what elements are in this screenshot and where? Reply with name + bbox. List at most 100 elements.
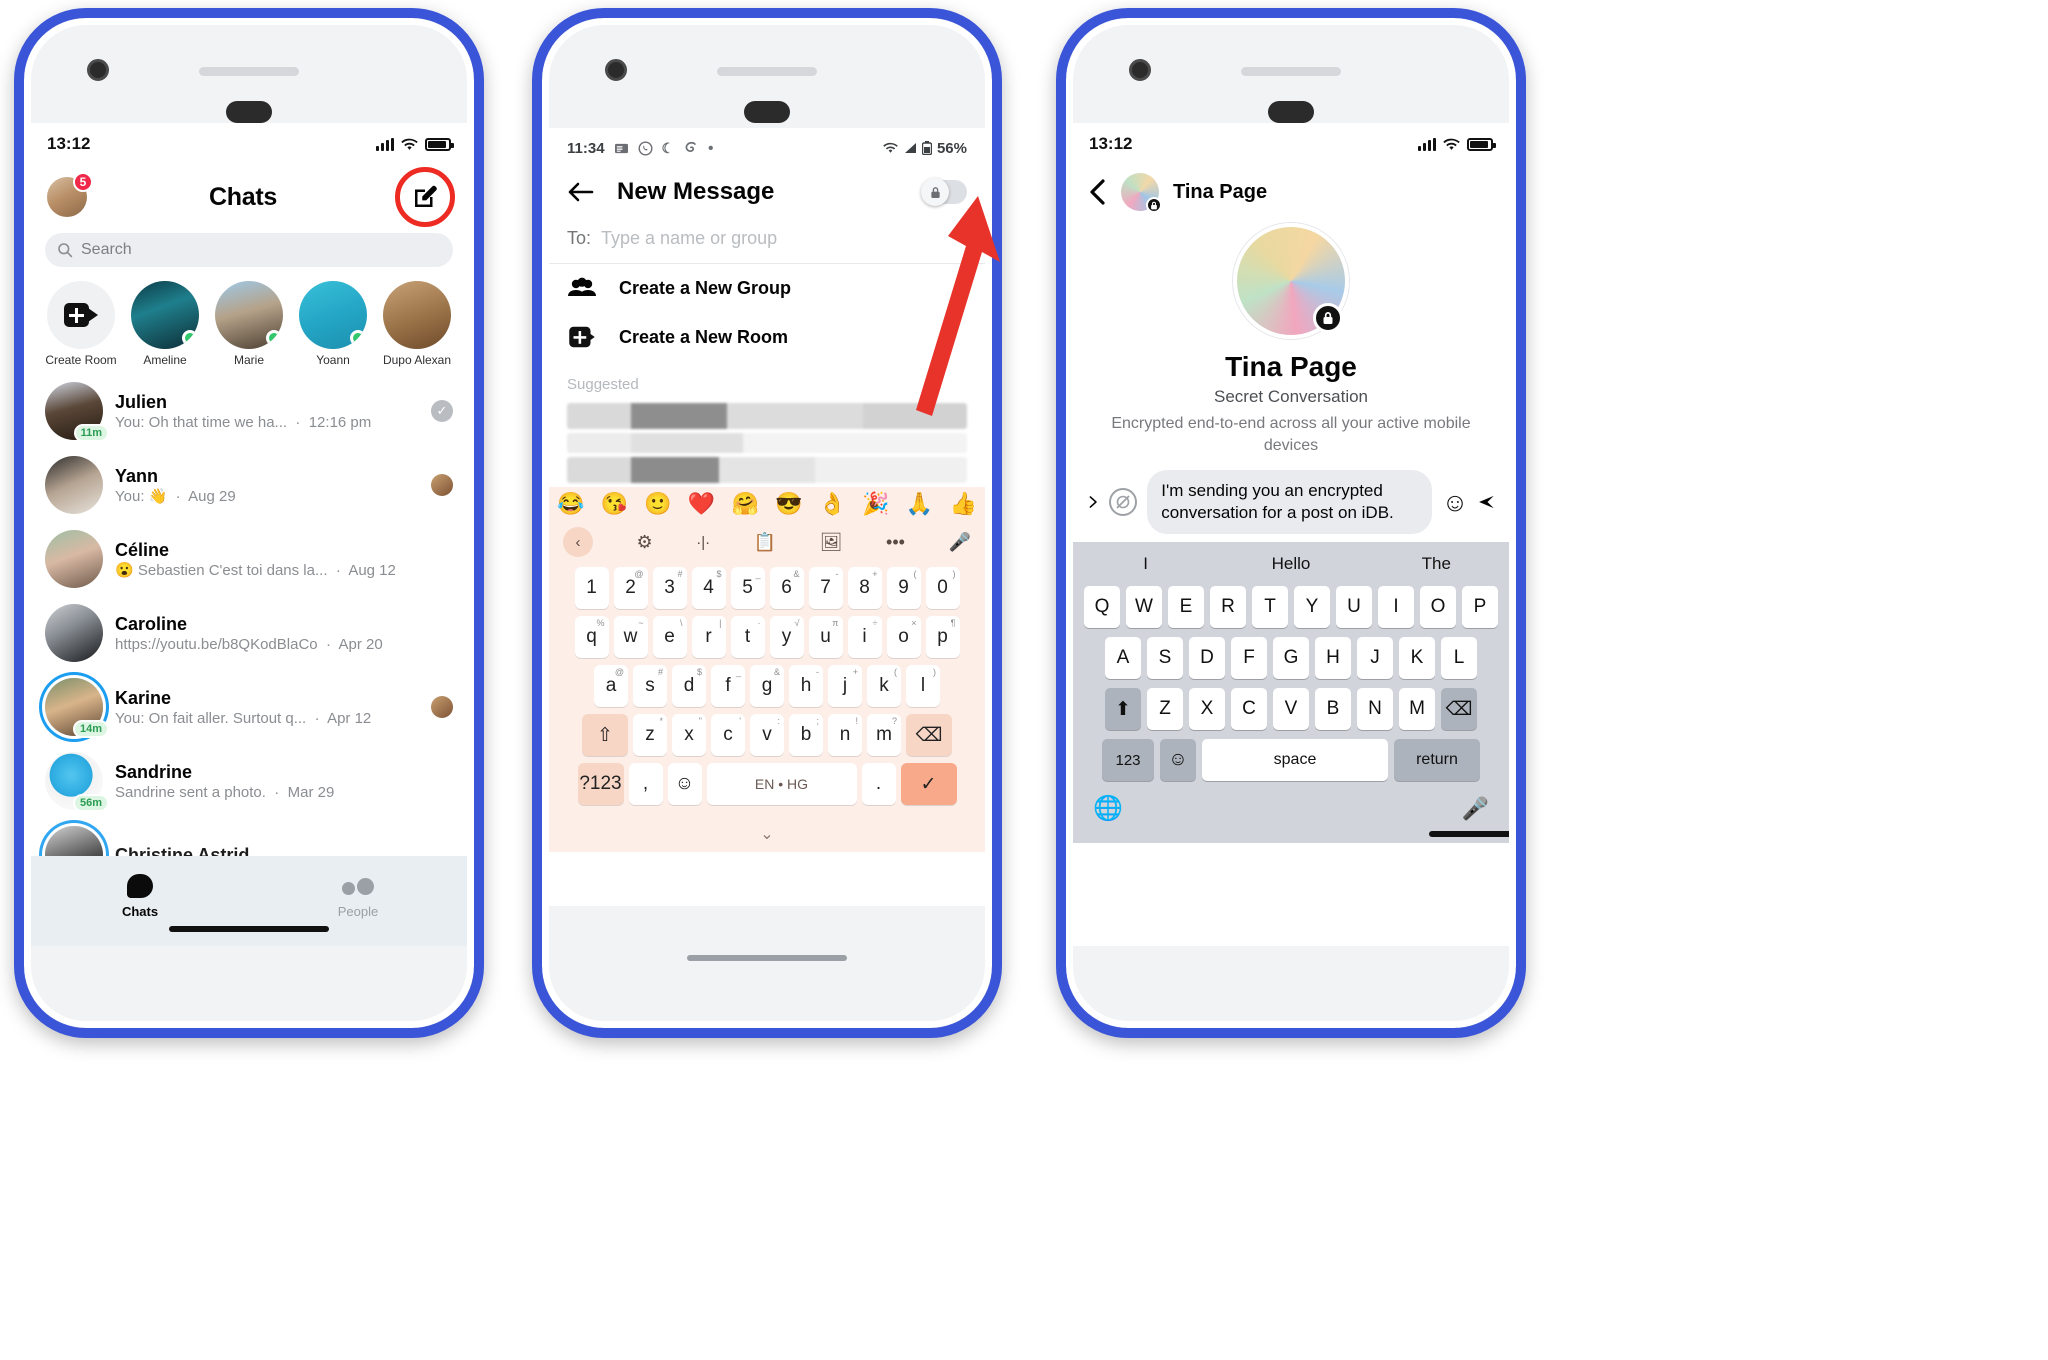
keyboard-row-2[interactable]: a @ s # d $ f _ g & h - j + k(l) <box>553 665 981 707</box>
key-W[interactable]: W <box>1126 586 1162 629</box>
key-o[interactable]: o × <box>886 616 921 658</box>
key-Y[interactable]: Y <box>1294 586 1330 629</box>
clipboard-icon[interactable]: 📋 <box>754 532 776 553</box>
stories-row[interactable]: Create Room Ameline Marie Yoann Dupo Ale… <box>31 277 467 374</box>
more-icon[interactable]: ••• <box>886 532 905 553</box>
period-key[interactable]: . <box>861 763 896 805</box>
key-N[interactable]: N <box>1357 688 1393 731</box>
search-input[interactable]: Search <box>45 233 453 267</box>
ios-keyboard[interactable]: I Hello The QWERTYUIOP ASDFGHJKL ⬆ ZXCVB… <box>1073 542 1509 844</box>
keyboard-row-1[interactable]: q% w ~ e \ r | t · y √ u π i ÷ o × p ¶ <box>553 616 981 658</box>
symbols-key[interactable]: ?123 <box>577 763 624 805</box>
key-A[interactable]: A <box>1105 637 1141 680</box>
table-row[interactable]: Caroline https://youtu.be/b8QKodBlaCo · … <box>31 596 467 670</box>
key-x[interactable]: x " <box>672 714 706 756</box>
key-g[interactable]: g & <box>750 665 784 707</box>
key-d[interactable]: d $ <box>672 665 706 707</box>
key-D[interactable]: D <box>1189 637 1225 680</box>
key-M[interactable]: M <box>1399 688 1435 731</box>
key-j[interactable]: j + <box>828 665 862 707</box>
gear-icon[interactable]: ⚙ <box>637 532 653 553</box>
emoji-item[interactable]: 🙏 <box>906 491 933 517</box>
story-dupo-alexan[interactable]: Dupo Alexan <box>381 281 453 368</box>
keyboard-toolbar[interactable]: ‹ ⚙ ·|· 📋 🖼 ••• 🎤 <box>549 521 985 563</box>
key-E[interactable]: E <box>1168 586 1204 629</box>
prediction-bar[interactable]: I Hello The <box>1073 542 1509 586</box>
key-5[interactable]: 5 _ <box>730 567 765 609</box>
key-R[interactable]: R <box>1210 586 1246 629</box>
emoji-item[interactable]: 👌 <box>819 491 846 517</box>
key-m[interactable]: m? <box>867 714 901 756</box>
keyboard-bottom-row[interactable]: 🌐 🎤 <box>1073 790 1509 823</box>
key-O[interactable]: O <box>1420 586 1456 629</box>
keyboard-row-bottom[interactable]: 123 ☺ space return <box>1073 739 1509 782</box>
key-H[interactable]: H <box>1315 637 1351 680</box>
key-V[interactable]: V <box>1273 688 1309 731</box>
check-icon[interactable]: ✓ <box>900 763 957 805</box>
emoji-item[interactable]: 🎉 <box>862 491 889 517</box>
key-z[interactable]: z * <box>633 714 667 756</box>
keyboard-row-3[interactable]: ⇧ z * x " c ' v: b; n! m? ⌫ <box>553 714 981 756</box>
key-Z[interactable]: Z <box>1147 688 1183 731</box>
key-K[interactable]: K <box>1399 637 1435 680</box>
back-chevron-icon[interactable] <box>1089 179 1107 205</box>
smiley-icon[interactable]: ☺ <box>1442 487 1469 518</box>
key-G[interactable]: G <box>1273 637 1309 680</box>
compose-button[interactable] <box>395 167 455 227</box>
key-t[interactable]: t · <box>730 616 765 658</box>
keyboard-row-3[interactable]: ⬆ ZXCVBNM ⌫ <box>1073 688 1509 731</box>
key-h[interactable]: h- <box>789 665 823 707</box>
key-I[interactable]: I <box>1378 586 1414 629</box>
key-e[interactable]: e \ <box>652 616 687 658</box>
emoji-item[interactable]: 😂 <box>557 491 584 517</box>
key-T[interactable]: T <box>1252 586 1288 629</box>
key-B[interactable]: B <box>1315 688 1351 731</box>
key-1[interactable]: 1 <box>574 567 609 609</box>
table-row[interactable]: 11m Julien You: Oh that time we ha... · … <box>31 374 467 448</box>
key-p[interactable]: p ¶ <box>925 616 960 658</box>
key-U[interactable]: U <box>1336 586 1372 629</box>
key-q[interactable]: q% <box>574 616 609 658</box>
emoji-quick-strip[interactable]: 😂 😘 🙂 ❤️ 🤗 😎 👌 🎉 🙏 👍 <box>549 487 985 521</box>
key-c[interactable]: c ' <box>711 714 745 756</box>
sticker-icon[interactable]: 🖼 <box>820 532 843 553</box>
key-b[interactable]: b; <box>789 714 823 756</box>
key-7[interactable]: 7- <box>808 567 843 609</box>
emoji-item[interactable]: 🙂 <box>644 491 671 517</box>
key-k[interactable]: k( <box>867 665 901 707</box>
keyboard-row-1[interactable]: QWERTYUIOP <box>1073 586 1509 629</box>
disappearing-timer-icon[interactable] <box>1109 488 1138 517</box>
key-6[interactable]: 6 & <box>769 567 804 609</box>
send-icon[interactable] <box>1478 489 1495 515</box>
key-y[interactable]: y √ <box>769 616 804 658</box>
key-3[interactable]: 3 # <box>652 567 687 609</box>
key-4[interactable]: 4 $ <box>691 567 726 609</box>
recipient-field[interactable]: To: Type a name or group <box>549 218 985 264</box>
avatar[interactable] <box>1121 173 1162 213</box>
microphone-icon[interactable]: 🎤 <box>949 532 971 553</box>
shift-up-icon[interactable]: ⬆ <box>1105 688 1141 731</box>
emoji-item[interactable]: 👍 <box>949 491 976 517</box>
table-row[interactable]: 14m Karine You: On fait aller. Surtout q… <box>31 670 467 744</box>
key-Q[interactable]: Q <box>1084 586 1120 629</box>
key-L[interactable]: L <box>1441 637 1477 680</box>
tab-chats[interactable]: Chats <box>31 870 249 919</box>
story-ameline[interactable]: Ameline <box>129 281 201 368</box>
key-0[interactable]: 0) <box>925 567 960 609</box>
chat-list[interactable]: 11m Julien You: Oh that time we ha... · … <box>31 374 467 892</box>
key-J[interactable]: J <box>1357 637 1393 680</box>
key-n[interactable]: n! <box>828 714 862 756</box>
shift-icon[interactable]: ⇧ <box>582 714 628 756</box>
key-w[interactable]: w ~ <box>613 616 648 658</box>
prediction-item[interactable]: I <box>1073 554 1218 574</box>
table-row[interactable]: Céline 😮 Sebastien C'est toi dans la... … <box>31 522 467 596</box>
keyboard-keys[interactable]: 1 2 @3 #4 $5 _ 6 & 7-8 +9(0) q% w ~ e \ r | t · y √ u π i ÷ o × p ¶… <box>549 563 985 820</box>
key-C[interactable]: C <box>1231 688 1267 731</box>
prediction-item[interactable]: Hello <box>1218 554 1363 574</box>
globe-icon[interactable]: 🌐 <box>1093 794 1123 823</box>
key-P[interactable]: P <box>1462 586 1498 629</box>
numbers-key[interactable]: 123 <box>1102 739 1154 782</box>
story-yoann[interactable]: Yoann <box>297 281 369 368</box>
emoji-item[interactable]: ❤️ <box>688 491 715 517</box>
emoji-icon[interactable]: ☺ <box>667 763 702 805</box>
